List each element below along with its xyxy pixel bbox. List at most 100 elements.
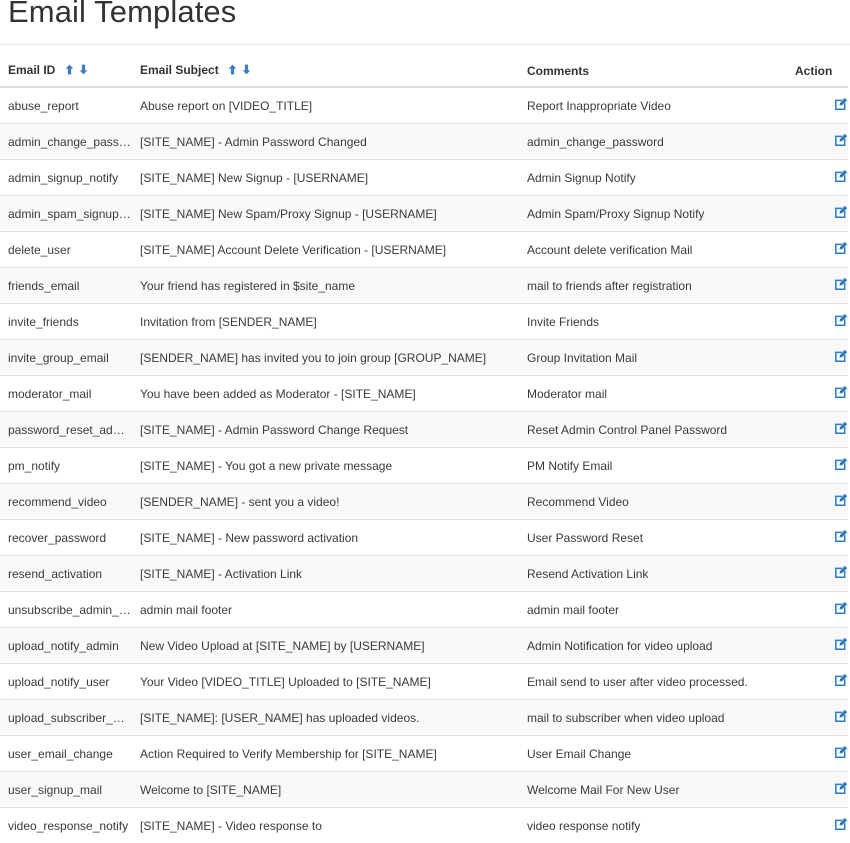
cell-email-subject: [SITE_NAME] Account Delete Verification … [132,232,519,268]
cell-email-id: friends_email [0,268,132,304]
cell-email-subject: [SENDER_NAME] has invited you to join gr… [132,340,519,376]
edit-square-icon[interactable] [834,349,848,363]
cell-action [787,736,848,772]
column-header-comments: Comments [519,55,787,87]
cell-comments: Report Inappropriate Video [519,87,787,124]
cell-action [787,520,848,556]
table-row: admin_signup_notify[SITE_NAME] New Signu… [0,160,848,196]
column-header-email-id: Email ID [0,55,132,87]
table-row: upload_subscriber_mail[SITE_NAME]: [USER… [0,700,848,736]
table-row: password_reset_admin[SITE_NAME] - Admin … [0,412,848,448]
cell-action [787,628,848,664]
table-row: unsubscribe_admin_mailadmin mail footera… [0,592,848,628]
cell-email-subject: Your Video [VIDEO_TITLE] Uploaded to [SI… [132,664,519,700]
table-row: user_signup_mailWelcome to [SITE_NAME]We… [0,772,848,808]
cell-email-id: password_reset_admin [0,412,132,448]
cell-email-id: resend_activation [0,556,132,592]
arrow-down-icon[interactable] [242,64,251,75]
table-row: recommend_video[SENDER_NAME] - sent you … [0,484,848,520]
table-header: Email ID [0,55,848,87]
cell-email-id: invite_group_email [0,340,132,376]
page-title: Email Templates [0,0,850,29]
edit-square-icon[interactable] [834,709,848,723]
edit-square-icon[interactable] [834,673,848,687]
cell-action [787,196,848,232]
cell-action [787,87,848,124]
email-templates-table-container: Email ID [0,55,850,843]
column-header-email-subject: Email Subject [132,55,519,87]
edit-square-icon[interactable] [834,493,848,507]
column-header-email-id-label: Email ID [8,63,55,77]
table-row: admin_change_password[SITE_NAME] - Admin… [0,124,848,160]
cell-comments: Invite Friends [519,304,787,340]
cell-comments: Recommend Video [519,484,787,520]
table-row: pm_notify[SITE_NAME] - You got a new pri… [0,448,848,484]
cell-email-subject: [SITE_NAME] - You got a new private mess… [132,448,519,484]
edit-square-icon[interactable] [834,97,848,111]
edit-square-icon[interactable] [834,529,848,543]
edit-square-icon[interactable] [834,169,848,183]
edit-square-icon[interactable] [834,385,848,399]
cell-email-id: user_signup_mail [0,772,132,808]
cell-comments: mail to friends after registration [519,268,787,304]
edit-square-icon[interactable] [834,205,848,219]
cell-comments: video response notify [519,808,787,843]
cell-email-subject: Invitation from [SENDER_NAME] [132,304,519,340]
email-templates-table: Email ID [0,55,848,843]
arrow-down-icon[interactable] [79,64,88,75]
edit-square-icon[interactable] [834,781,848,795]
cell-action [787,304,848,340]
cell-email-subject: New Video Upload at [SITE_NAME] by [USER… [132,628,519,664]
cell-email-id: upload_subscriber_mail [0,700,132,736]
cell-email-id: admin_signup_notify [0,160,132,196]
edit-square-icon[interactable] [834,817,848,831]
arrow-up-icon[interactable] [65,64,74,75]
cell-email-subject: [SITE_NAME] - Admin Password Change Requ… [132,412,519,448]
edit-square-icon[interactable] [834,313,848,327]
table-row: admin_spam_signup_notify[SITE_NAME] New … [0,196,848,232]
cell-action [787,268,848,304]
table-row: recover_password[SITE_NAME] - New passwo… [0,520,848,556]
cell-comments: Reset Admin Control Panel Password [519,412,787,448]
cell-email-id: pm_notify [0,448,132,484]
cell-email-id: user_email_change [0,736,132,772]
cell-email-subject: Action Required to Verify Membership for… [132,736,519,772]
table-row: moderator_mailYou have been added as Mod… [0,376,848,412]
cell-action [787,124,848,160]
edit-square-icon[interactable] [834,637,848,651]
arrow-up-icon[interactable] [228,64,237,75]
cell-email-subject: You have been added as Moderator - [SITE… [132,376,519,412]
cell-email-subject: [SITE_NAME] New Spam/Proxy Signup - [USE… [132,196,519,232]
title-divider [0,44,850,45]
edit-square-icon[interactable] [834,601,848,615]
cell-email-id: recover_password [0,520,132,556]
edit-square-icon[interactable] [834,565,848,579]
cell-comments: Welcome Mail For New User [519,772,787,808]
cell-email-id: recommend_video [0,484,132,520]
edit-square-icon[interactable] [834,133,848,147]
table-row: upload_notify_userYour Video [VIDEO_TITL… [0,664,848,700]
cell-action [787,808,848,843]
cell-email-id: invite_friends [0,304,132,340]
cell-comments: Admin Spam/Proxy Signup Notify [519,196,787,232]
table-row: abuse_reportAbuse report on [VIDEO_TITLE… [0,87,848,124]
cell-email-id: upload_notify_user [0,664,132,700]
table-row: invite_friendsInvitation from [SENDER_NA… [0,304,848,340]
cell-email-id: abuse_report [0,87,132,124]
edit-square-icon[interactable] [834,745,848,759]
cell-email-subject: Abuse report on [VIDEO_TITLE] [132,87,519,124]
cell-action [787,484,848,520]
edit-square-icon[interactable] [834,241,848,255]
edit-square-icon[interactable] [834,457,848,471]
cell-comments: Account delete verification Mail [519,232,787,268]
column-header-email-subject-label: Email Subject [140,63,219,77]
edit-square-icon[interactable] [834,421,848,435]
cell-email-subject: [SITE_NAME] - Video response to [132,808,519,843]
cell-action [787,664,848,700]
cell-comments: admin_change_password [519,124,787,160]
table-row: resend_activation[SITE_NAME] - Activatio… [0,556,848,592]
table-header-row: Email ID [0,55,848,87]
edit-square-icon[interactable] [834,277,848,291]
cell-comments: Admin Notification for video upload [519,628,787,664]
table-row: friends_emailYour friend has registered … [0,268,848,304]
